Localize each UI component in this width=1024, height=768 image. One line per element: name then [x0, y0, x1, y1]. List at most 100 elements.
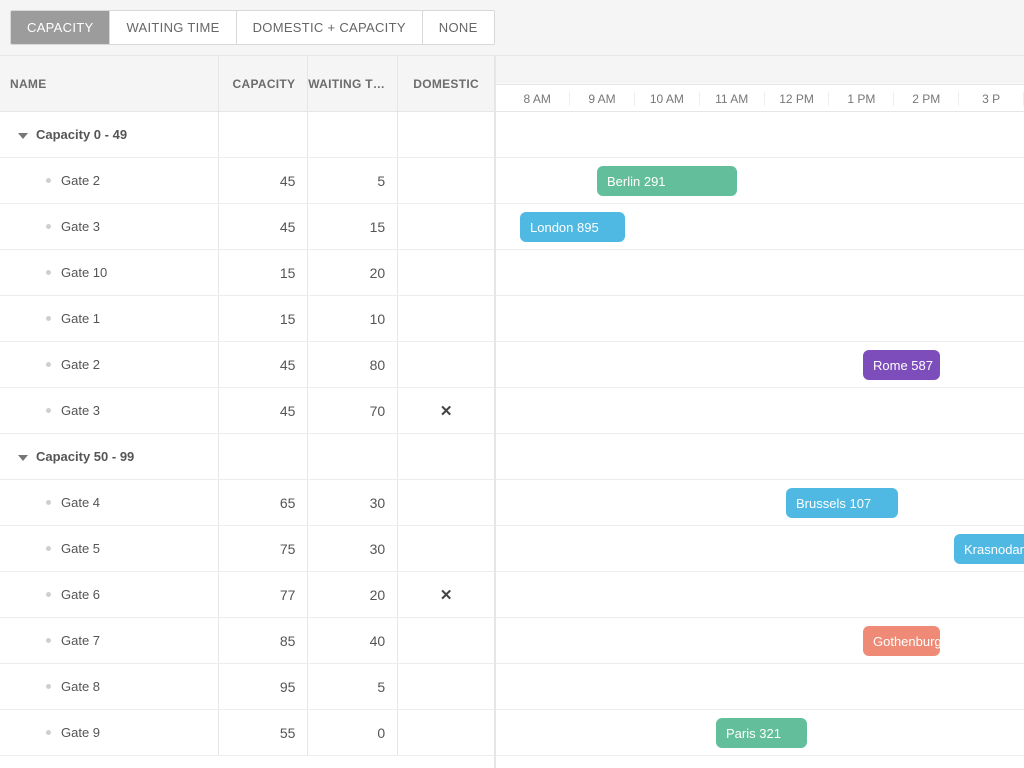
waiting-cell: 0 [307, 710, 397, 755]
column-header-domestic[interactable]: DOMESTIC [397, 56, 494, 111]
segment-button[interactable]: CAPACITY [11, 11, 110, 44]
table-row[interactable]: Gate 5 7530 [0, 526, 494, 572]
chevron-down-icon [18, 455, 28, 461]
gate-name: Gate 7 [61, 633, 100, 648]
chevron-down-icon [18, 133, 28, 139]
domestic-cell [397, 710, 494, 755]
gate-name: Gate 9 [61, 725, 100, 740]
gantt-row[interactable] [496, 664, 1024, 710]
capacity-cell: 45 [218, 204, 308, 249]
gantt-row[interactable]: Gothenburg [496, 618, 1024, 664]
waiting-cell: 30 [307, 480, 397, 525]
waiting-cell: 40 [307, 618, 397, 663]
bullet-icon [46, 362, 51, 367]
waiting-cell: 5 [307, 664, 397, 709]
gate-name: Gate 3 [61, 219, 100, 234]
gantt-body[interactable]: Berlin 291 London 895 Rome 587 Brussels 107… [496, 112, 1024, 768]
domestic-cell: ✕ [397, 572, 494, 617]
gantt-row[interactable]: Paris 321 [496, 710, 1024, 756]
domestic-cell [397, 296, 494, 341]
time-label: 10 AM [635, 92, 700, 106]
table-row[interactable]: Gate 3 4515 [0, 204, 494, 250]
bullet-icon [46, 592, 51, 597]
time-label: 11 AM [700, 92, 765, 106]
gantt-row[interactable] [496, 250, 1024, 296]
gantt-row[interactable] [496, 388, 1024, 434]
gantt-row[interactable]: Berlin 291 [496, 158, 1024, 204]
domestic-cell [397, 526, 494, 571]
waiting-cell: 10 [307, 296, 397, 341]
gantt-bar[interactable]: London 895 [520, 212, 625, 242]
capacity-cell: 75 [218, 526, 308, 571]
capacity-cell: 15 [218, 250, 308, 295]
gantt-row [496, 434, 1024, 480]
tree-grid: NAME CAPACITY WAITING T… DOMESTIC Capaci… [0, 56, 495, 768]
capacity-cell: 65 [218, 480, 308, 525]
time-label: 12 PM [765, 92, 830, 106]
table-row[interactable]: Gate 34570✕ [0, 388, 494, 434]
time-header: 8 AM9 AM10 AM11 AM12 PM1 PM2 PM3 P [496, 56, 1024, 112]
table-row[interactable]: Gate 1 1510 [0, 296, 494, 342]
segment-button[interactable]: WAITING TIME [110, 11, 236, 44]
gate-name: Gate 10 [61, 265, 107, 280]
gantt: 8 AM9 AM10 AM11 AM12 PM1 PM2 PM3 P Berli… [495, 56, 1024, 768]
bullet-icon [46, 316, 51, 321]
domestic-cell [397, 250, 494, 295]
domestic-cell [397, 664, 494, 709]
domestic-cell: ✕ [397, 388, 494, 433]
gantt-row[interactable]: Brussels 107 [496, 480, 1024, 526]
table-row[interactable]: Gate 78540 [0, 618, 494, 664]
main: NAME CAPACITY WAITING T… DOMESTIC Capaci… [0, 56, 1024, 768]
capacity-cell: 95 [218, 664, 308, 709]
group-title: Capacity 0 - 49 [36, 127, 127, 142]
bullet-icon [46, 408, 51, 413]
bullet-icon [46, 684, 51, 689]
waiting-cell: 15 [307, 204, 397, 249]
gate-name: Gate 6 [61, 587, 100, 602]
gantt-row[interactable]: Krasnodar [496, 526, 1024, 572]
gate-name: Gate 2 [61, 173, 100, 188]
time-label: 2 PM [894, 92, 959, 106]
capacity-cell: 15 [218, 296, 308, 341]
gate-name: Gate 4 [61, 495, 100, 510]
table-row[interactable]: Gate 9550 [0, 710, 494, 756]
gantt-bar[interactable]: Paris 321 [716, 718, 807, 748]
segment-button[interactable]: DOMESTIC + CAPACITY [237, 11, 423, 44]
capacity-cell: 45 [218, 342, 308, 387]
segmented-control: CAPACITYWAITING TIMEDOMESTIC + CAPACITYN… [10, 10, 495, 45]
table-row[interactable]: Gate 10 1520 [0, 250, 494, 296]
gantt-row[interactable]: London 895 [496, 204, 1024, 250]
bullet-icon [46, 270, 51, 275]
column-header-capacity[interactable]: CAPACITY [218, 56, 308, 111]
waiting-cell: 20 [307, 250, 397, 295]
gantt-bar[interactable]: Krasnodar [954, 534, 1024, 564]
gantt-bar[interactable]: Gothenburg [863, 626, 940, 656]
gantt-bar[interactable]: Brussels 107 [786, 488, 898, 518]
waiting-cell: 30 [307, 526, 397, 571]
domestic-cell [397, 480, 494, 525]
gantt-bar[interactable]: Rome 587 [863, 350, 940, 380]
gate-name: Gate 1 [61, 311, 100, 326]
table-row[interactable]: Gate 8955 [0, 664, 494, 710]
gantt-row[interactable]: Rome 587 [496, 342, 1024, 388]
table-row[interactable]: Gate 67720✕ [0, 572, 494, 618]
bullet-icon [46, 546, 51, 551]
group-row[interactable]: Capacity 0 - 49 [0, 112, 494, 158]
segment-button[interactable]: NONE [423, 11, 494, 44]
bullet-icon [46, 178, 51, 183]
gantt-row[interactable] [496, 572, 1024, 618]
group-row[interactable]: Capacity 50 - 99 [0, 434, 494, 480]
table-row[interactable]: Gate 2455 [0, 158, 494, 204]
gantt-bar[interactable]: Berlin 291 [597, 166, 737, 196]
group-title: Capacity 50 - 99 [36, 449, 134, 464]
gantt-row[interactable] [496, 296, 1024, 342]
domestic-cell [397, 158, 494, 203]
table-row[interactable]: Gate 24580 [0, 342, 494, 388]
column-header-waiting[interactable]: WAITING T… [307, 56, 397, 111]
waiting-cell: 70 [307, 388, 397, 433]
column-header-name[interactable]: NAME [0, 77, 218, 91]
table-row[interactable]: Gate 4 6530 [0, 480, 494, 526]
gate-name: Gate 5 [61, 541, 100, 556]
gate-name: Gate 3 [61, 403, 100, 418]
time-label: 8 AM [505, 92, 570, 106]
